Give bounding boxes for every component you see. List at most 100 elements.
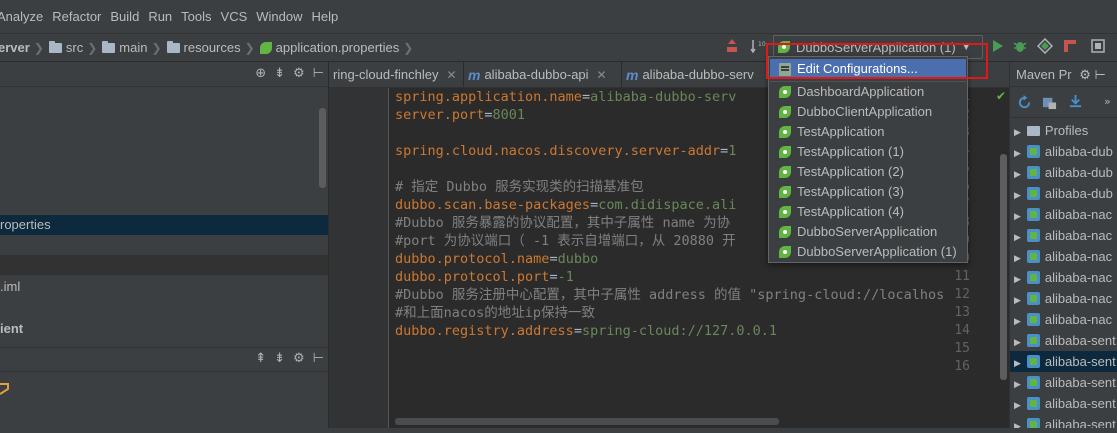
- chevron-right-icon: ❯: [244, 40, 255, 55]
- property-value: dubbo: [557, 251, 599, 267]
- collapse-all-icon[interactable]: ⇟: [274, 351, 285, 366]
- editor-horizontal-scrollbar[interactable]: [395, 418, 779, 425]
- maven-module-icon: [1026, 355, 1040, 368]
- maven-module-item[interactable]: ▶ alibaba-nac: [1010, 225, 1117, 246]
- project-structure-icon[interactable]: [1090, 38, 1106, 54]
- tab-spring-cloud-finchley[interactable]: ring-cloud-finchley ✕: [329, 62, 464, 87]
- code-line[interactable]: dubbo.registry.address=spring-cloud://12…: [395, 322, 777, 340]
- menu-vcs[interactable]: VCS: [221, 9, 248, 24]
- locate-icon[interactable]: ⊕: [255, 66, 266, 81]
- code-line[interactable]: #port 为协议端口（ -1 表示自增端口，从 20880 开: [395, 232, 736, 250]
- expand-all-icon[interactable]: ⇞: [255, 351, 266, 366]
- run-configuration-item[interactable]: DubboServerApplication: [770, 222, 966, 242]
- project-scrollbar[interactable]: [319, 108, 326, 188]
- hide-panel-icon[interactable]: ⊢: [313, 66, 324, 81]
- code-line[interactable]: # 指定 Dubbo 服务实现类的扫描基准包: [395, 178, 644, 196]
- tree-item-iml[interactable]: .iml: [0, 277, 328, 297]
- maven-module-label: alibaba-dub: [1044, 165, 1113, 180]
- expand-arrow-icon: ▶: [1014, 190, 1021, 200]
- reload-icon[interactable]: [1017, 95, 1032, 110]
- line-number: 14: [954, 323, 970, 338]
- menu-build[interactable]: Build: [110, 9, 139, 24]
- run-configuration-item[interactable]: DashboardApplication: [770, 82, 966, 102]
- chevron-right-icon: ❯: [151, 40, 162, 55]
- code-line[interactable]: #Dubbo 服务注册中心配置，其中子属性 address 的值 "spring…: [395, 286, 944, 304]
- code-line[interactable]: spring.application.name=alibaba-dubbo-se…: [395, 88, 736, 106]
- code-line[interactable]: dubbo.protocol.port=-1: [395, 268, 574, 286]
- menu-window[interactable]: Window: [256, 9, 302, 24]
- tab-alibaba-dubbo-serv[interactable]: m alibaba-dubbo-serv: [622, 62, 772, 87]
- line-number: 13: [954, 305, 970, 320]
- coverage-icon[interactable]: [1037, 38, 1053, 54]
- maven-module-item[interactable]: ▶ alibaba-nac: [1010, 204, 1117, 225]
- tab-label: alibaba-dubbo-serv: [642, 67, 754, 82]
- maven-module-item[interactable]: ▶ alibaba-dub: [1010, 183, 1117, 204]
- module-icon: m: [468, 66, 481, 83]
- maven-module-item[interactable]: ▶ alibaba-dub: [1010, 141, 1117, 162]
- generate-sources-icon[interactable]: [1042, 95, 1057, 110]
- gear-icon[interactable]: ⚙: [293, 66, 305, 81]
- breadcrumb-item-src[interactable]: src ❯: [48, 40, 102, 55]
- maven-module-item[interactable]: ▶ alibaba-sent: [1010, 393, 1117, 414]
- maven-module-item[interactable]: ▶ alibaba-sent: [1010, 372, 1117, 393]
- code-line[interactable]: #Dubbo 服务暴露的协议配置，其中子属性 name 为协: [395, 214, 730, 232]
- hide-panel-icon[interactable]: ⊢: [313, 351, 324, 366]
- build-hammer-icon[interactable]: [724, 38, 740, 54]
- spring-boot-icon: [779, 246, 791, 258]
- folder-icon: [102, 40, 116, 53]
- menu-run[interactable]: Run: [148, 9, 172, 24]
- sort-icon[interactable]: 10: [750, 38, 766, 54]
- maven-module-item[interactable]: ▶ alibaba-nac: [1010, 267, 1117, 288]
- maven-module-item[interactable]: ▶ alibaba-dub: [1010, 162, 1117, 183]
- tab-alibaba-dubbo-api[interactable]: m alibaba-dubbo-api ✕: [464, 62, 622, 87]
- run-configuration-item[interactable]: TestApplication (2): [770, 162, 966, 182]
- code-line[interactable]: dubbo.scan.base-packages=com.didispace.a…: [395, 196, 736, 214]
- collapse-all-icon[interactable]: ⇟: [274, 66, 285, 81]
- tree-item-blank[interactable]: [0, 255, 328, 275]
- code-line[interactable]: spring.cloud.nacos.discovery.server-addr…: [395, 142, 736, 160]
- run-configuration-label: TestApplication: [797, 124, 885, 139]
- maven-profiles[interactable]: ▶ Profiles: [1010, 120, 1117, 141]
- editor-vertical-scrollbar[interactable]: [1000, 154, 1007, 380]
- breadcrumb-item-file[interactable]: application.properties ❯: [259, 40, 419, 55]
- code-line[interactable]: dubbo.protocol.name=dubbo: [395, 250, 598, 268]
- close-icon[interactable]: ✕: [597, 68, 607, 82]
- gear-icon[interactable]: ⚙: [293, 351, 305, 366]
- hide-panel-icon[interactable]: ⊢: [1095, 67, 1106, 82]
- breadcrumb-item-main[interactable]: main ❯: [102, 40, 166, 55]
- maven-module-item[interactable]: ▶ alibaba-sent: [1010, 330, 1117, 351]
- tree-item-properties[interactable]: roperties: [0, 215, 328, 235]
- maven-module-item[interactable]: ▶ alibaba-nac: [1010, 288, 1117, 309]
- run-configuration-item[interactable]: TestApplication: [770, 122, 966, 142]
- breadcrumb-item-project[interactable]: erver ❯: [0, 40, 49, 55]
- menu-help[interactable]: Help: [312, 9, 339, 24]
- run-configuration-item[interactable]: TestApplication (1): [770, 142, 966, 162]
- menu-analyze[interactable]: Analyze: [0, 9, 43, 24]
- breadcrumb-label: application.properties: [275, 40, 400, 55]
- code-comment: #Dubbo 服务注册中心配置，其中子属性 address 的值 "spring…: [395, 287, 945, 303]
- maven-module-item[interactable]: ▶ alibaba-nac: [1010, 246, 1117, 267]
- run-configuration-item[interactable]: TestApplication (4): [770, 202, 966, 222]
- close-icon[interactable]: ✕: [447, 68, 457, 82]
- download-icon[interactable]: [1068, 94, 1083, 109]
- menu-tools[interactable]: Tools: [181, 9, 211, 24]
- maven-module-item[interactable]: ▶ alibaba-nac: [1010, 309, 1117, 330]
- menu-refactor[interactable]: Refactor: [52, 9, 101, 24]
- breadcrumb-item-resources[interactable]: resources ❯: [166, 40, 260, 55]
- stop-icon[interactable]: [1062, 38, 1078, 54]
- run-configuration-item[interactable]: DubboClientApplication: [770, 102, 966, 122]
- run-icon[interactable]: [990, 38, 1006, 54]
- tree-item-client[interactable]: ient: [0, 319, 328, 339]
- run-configuration-item[interactable]: DubboServerApplication (1): [770, 242, 966, 262]
- maven-module-icon: [1026, 250, 1040, 263]
- status-strip: [0, 428, 1117, 433]
- code-line[interactable]: #和上面nacos的地址ip保持一致: [395, 304, 595, 322]
- more-icon[interactable]: »: [1104, 95, 1111, 108]
- maven-module-item[interactable]: ▶ alibaba-sent: [1010, 351, 1117, 372]
- gear-icon[interactable]: ⚙: [1079, 67, 1091, 82]
- debug-icon[interactable]: [1012, 38, 1028, 54]
- run-configuration-item[interactable]: TestApplication (3): [770, 182, 966, 202]
- code-line[interactable]: server.port=8001: [395, 106, 525, 124]
- property-value: com.didispace.ali: [598, 197, 737, 213]
- run-configuration-popup: Edit Configurations... DashboardApplicat…: [768, 56, 968, 263]
